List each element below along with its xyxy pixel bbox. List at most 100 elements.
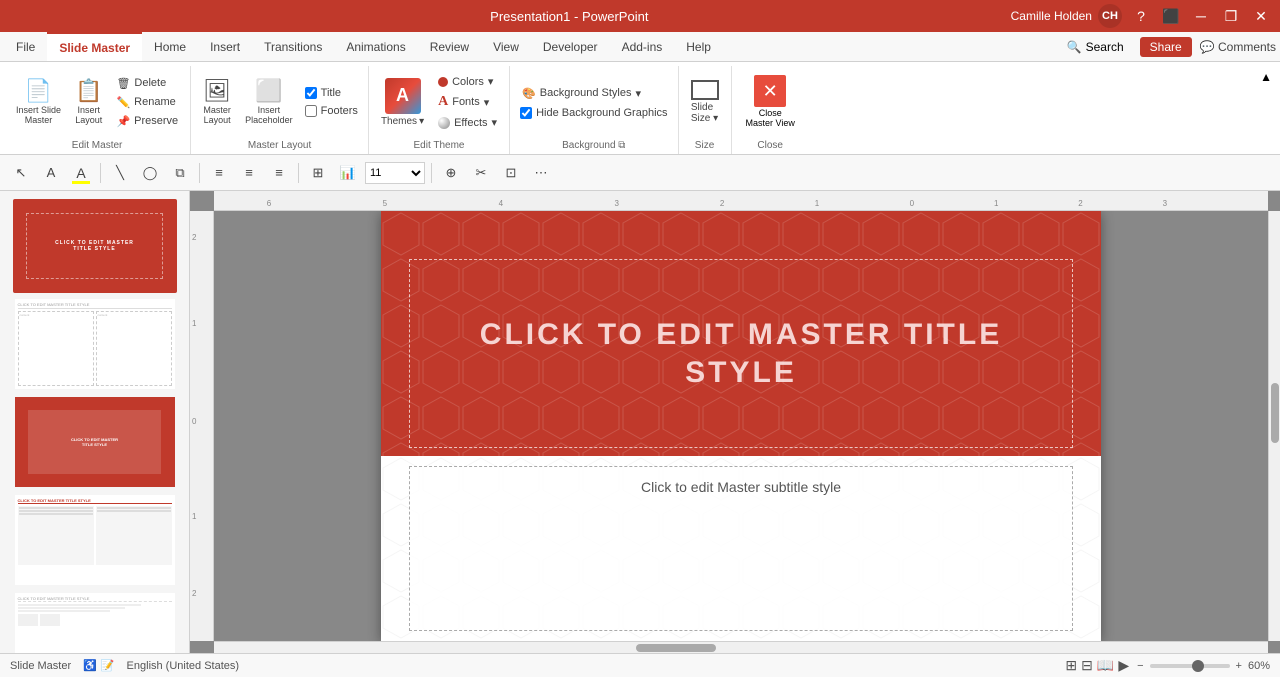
colors-button[interactable]: Colors ▾ [432, 73, 503, 90]
search-box[interactable]: 🔍 Search [1067, 40, 1124, 54]
group-size: SlideSize ▾ Size [679, 66, 732, 154]
cursor-tool[interactable]: ↖ [8, 160, 34, 186]
zoom-out-button[interactable]: − [1137, 660, 1143, 672]
ribbon-collapse-icon[interactable]: ⬛ [1160, 5, 1182, 27]
themes-dropdown-icon: ▾ [419, 116, 424, 127]
v-scroll-thumb[interactable] [1271, 383, 1279, 443]
font-size-select[interactable]: 11 12 14 16 [365, 162, 425, 184]
preserve-button[interactable]: 📌 Preserve [110, 113, 184, 130]
help-icon[interactable]: ? [1130, 5, 1152, 27]
footers-checkbox[interactable]: Footers [301, 104, 362, 118]
background-options: 🎨 Background Styles ▾ Hide Background Gr… [516, 85, 671, 120]
normal-view-button[interactable]: ⊞ [1065, 657, 1077, 674]
zoom-controls: − + 60% [1137, 660, 1270, 672]
toolbar: ↖ A A ╲ ◯ ⧉ ≡ ≡ ≡ ⊞ 📊 11 12 14 16 ⊕ ✂ ⊡ … [0, 155, 1280, 191]
font-color-tool[interactable]: A [38, 160, 64, 186]
status-bar: Slide Master ♿ 📝 English (United States)… [0, 653, 1280, 677]
ribbon-right-actions: 🔍 Search Share 💬 Comments [1067, 37, 1276, 57]
h-scroll-thumb[interactable] [636, 644, 716, 652]
ribbon-content: 📄 Insert SlideMaster 📋 InsertLayout 🗑 De… [0, 62, 1280, 154]
hide-bg-label: Hide Background Graphics [536, 107, 667, 119]
more-tool[interactable]: ⋯ [528, 160, 554, 186]
tab-home[interactable]: Home [142, 32, 198, 61]
title-placeholder[interactable]: CLICK TO EDIT MASTER TITLE STYLE [409, 259, 1073, 448]
group-tool[interactable]: ⊡ [498, 160, 524, 186]
slide-1-preview: CLICK TO EDIT MASTERTITLE STYLE [15, 201, 175, 291]
slide-sorter-button[interactable]: ⊟ [1081, 657, 1093, 674]
tab-transitions[interactable]: Transitions [252, 32, 334, 61]
slide-subtitle: Click to edit Master subtitle style [641, 479, 841, 495]
hide-background-checkbox[interactable]: Hide Background Graphics [516, 106, 671, 120]
insert-layout-button[interactable]: 📋 InsertLayout [69, 74, 108, 130]
subtitle-placeholder[interactable]: Click to edit Master subtitle style [409, 466, 1073, 631]
close-button[interactable]: ✕ [1250, 5, 1272, 27]
group-edit-theme: A Themes ▾ Colors ▾ A Fonts ▾ [369, 66, 510, 154]
slide-thumb-3[interactable]: CLICK TO EDIT MASTERTITLE STYLE [13, 395, 177, 489]
reading-view-button[interactable]: 📖 [1097, 657, 1114, 674]
search-icon: 🔍 [1067, 40, 1082, 54]
crop-tool[interactable]: ✂ [468, 160, 494, 186]
zoom-thumb[interactable] [1192, 660, 1204, 672]
ribbon-collapse-button[interactable]: ▲ [1256, 66, 1276, 154]
insert-placeholder-button[interactable]: ⬜ InsertPlaceholder [239, 74, 299, 130]
fonts-icon: A [438, 94, 448, 110]
title-checkbox[interactable]: Title [301, 86, 362, 100]
align-center[interactable]: ≡ [236, 160, 262, 186]
slide-thumb-2[interactable]: CLICK TO EDIT MASTER TITLE STYLE content… [13, 297, 177, 391]
rename-button[interactable]: ✏️ Rename [110, 94, 184, 111]
size-controls: SlideSize ▾ [685, 66, 725, 138]
tab-addins[interactable]: Add-ins [610, 32, 675, 61]
minimize-button[interactable]: ─ [1190, 5, 1212, 27]
arrange-tool[interactable]: ⧉ [167, 160, 193, 186]
background-expand-icon[interactable]: ⧉ [618, 140, 625, 151]
share-button[interactable]: Share [1140, 37, 1192, 57]
highlight-tool[interactable]: A [68, 160, 94, 186]
restore-button[interactable]: ❐ [1220, 5, 1242, 27]
tab-slide-master[interactable]: Slide Master [47, 32, 142, 61]
table-tool[interactable]: ⊞ [305, 160, 331, 186]
horizontal-scrollbar[interactable] [214, 641, 1268, 653]
align-left[interactable]: ≡ [206, 160, 232, 186]
close-master-view-button[interactable]: ✕ CloseMaster View [738, 71, 803, 133]
themes-button[interactable]: A Themes ▾ [375, 74, 430, 131]
fonts-button[interactable]: A Fonts ▾ [432, 92, 503, 112]
tab-insert[interactable]: Insert [198, 32, 252, 61]
slide-thumb-5[interactable]: CLICK TO EDIT MASTER TITLE STYLE [13, 591, 177, 653]
rename-icon: ✏️ [116, 96, 130, 109]
notes-icon[interactable]: 📝 [101, 659, 115, 672]
slide-white-bottom: Click to edit Master subtitle style [381, 456, 1101, 641]
zoom-tool[interactable]: ⊕ [438, 160, 464, 186]
chart-tool[interactable]: 📊 [335, 160, 361, 186]
insert-slide-master-button[interactable]: 📄 Insert SlideMaster [10, 74, 67, 130]
align-right[interactable]: ≡ [266, 160, 292, 186]
slide-size-button[interactable]: SlideSize ▾ [685, 76, 725, 128]
presentation-view-button[interactable]: ▶ [1118, 657, 1129, 674]
master-layout-icon: 🖼 [203, 78, 231, 104]
zoom-in-button[interactable]: + [1236, 660, 1242, 672]
bg-styles-label: Background Styles [540, 87, 632, 99]
slide: CLICK TO EDIT MASTER TITLE STYLE [381, 211, 1101, 641]
shapes-tool[interactable]: ◯ [137, 160, 163, 186]
tab-view[interactable]: View [481, 32, 531, 61]
close-master-icon: ✕ [754, 75, 786, 107]
tab-help[interactable]: Help [674, 32, 723, 61]
effects-button[interactable]: Effects ▾ [432, 114, 503, 131]
delete-button[interactable]: 🗑 Delete [110, 75, 184, 92]
comments-button[interactable]: 💬 Comments [1200, 40, 1276, 54]
background-styles-button[interactable]: 🎨 Background Styles ▾ [516, 85, 671, 102]
tab-developer[interactable]: Developer [531, 32, 610, 61]
slide-3-preview: CLICK TO EDIT MASTERTITLE STYLE [15, 397, 175, 487]
group-background: 🎨 Background Styles ▾ Hide Background Gr… [510, 66, 678, 154]
slide-thumb-4[interactable]: CLICK TO EDIT MASTER TITLE STYLE [13, 493, 177, 587]
line-tool[interactable]: ╲ [107, 160, 133, 186]
slide-thumb-1[interactable]: CLICK TO EDIT MASTERTITLE STYLE [13, 199, 177, 293]
tab-file[interactable]: File [4, 32, 47, 61]
bg-styles-dropdown-icon: ▾ [635, 87, 641, 100]
accessibility-icon[interactable]: ♿ [83, 659, 97, 672]
master-layout-button[interactable]: 🖼 MasterLayout [197, 74, 237, 130]
tab-review[interactable]: Review [418, 32, 481, 61]
vertical-scrollbar[interactable] [1268, 211, 1280, 641]
zoom-slider[interactable] [1150, 664, 1230, 668]
ruler-h-marks: 6 5 4 3 2 1 0 1 2 3 [214, 191, 1268, 210]
tab-animations[interactable]: Animations [334, 32, 417, 61]
